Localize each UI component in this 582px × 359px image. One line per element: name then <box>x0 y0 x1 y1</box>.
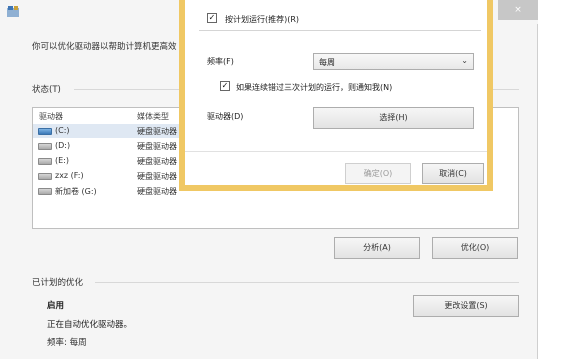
ok-button[interactable]: 确定(O) <box>345 163 411 184</box>
drive-row-d[interactable]: (D:) 硬盘驱动器 <box>33 139 183 153</box>
drive-row-c[interactable]: (C:) 硬盘驱动器 <box>33 124 183 138</box>
windows-drive-icon <box>38 128 52 135</box>
auto-optimizing-text: 正在自动优化驱动器。 <box>47 320 133 330</box>
notify-missed-checkbox[interactable]: ✓ <box>220 81 230 91</box>
drive-name: 新加卷 (G:) <box>55 187 97 196</box>
close-button[interactable]: × <box>498 0 538 20</box>
frequency-label: 频率(F) <box>207 57 234 66</box>
optimize-button[interactable]: 优化(O) <box>432 237 518 259</box>
run-on-schedule-checkbox[interactable]: ✓ <box>207 13 217 23</box>
drive-media-type: 硬盘驱动器 <box>137 127 177 136</box>
dialog-body: ✓ 按计划运行(推荐)(R) 频率(F) 每周 ⌄ ✓ 如果连续错过三次计划的运… <box>185 0 487 185</box>
run-on-schedule-label[interactable]: 按计划运行(推荐)(R) <box>225 14 299 25</box>
hard-drive-icon <box>38 143 52 150</box>
drive-row-g[interactable]: 新加卷 (G:) 硬盘驱动器 <box>33 184 183 198</box>
drive-name: (D:) <box>55 141 71 150</box>
choose-drives-button[interactable]: 选择(H) <box>313 107 474 129</box>
frequency-status-text: 频率: 每周 <box>47 338 87 348</box>
drive-row-f[interactable]: zxz (F:) 硬盘驱动器 <box>33 169 183 183</box>
hard-drive-icon <box>38 173 52 180</box>
divider <box>95 282 519 283</box>
description-text: 你可以优化驱动器以帮助计算机更高效 <box>32 42 177 52</box>
drive-row-e[interactable]: (E:) 硬盘驱动器 <box>33 154 183 168</box>
drives-label: 驱动器(D) <box>207 112 244 121</box>
drive-media-type: 硬盘驱动器 <box>137 142 177 151</box>
column-header-drive[interactable]: 驱动器 <box>39 111 63 122</box>
frequency-select[interactable]: 每周 ⌄ <box>313 53 474 70</box>
status-label: 状态(T) <box>32 85 61 95</box>
chevron-down-icon: ⌄ <box>461 56 468 65</box>
cancel-button[interactable]: 取消(C) <box>422 163 484 184</box>
drive-name: zxz (F:) <box>55 171 84 180</box>
frequency-selected-value: 每周 <box>319 58 335 67</box>
schedule-enabled-text: 启用 <box>47 301 65 311</box>
drive-media-type: 硬盘驱动器 <box>137 187 177 196</box>
scheduled-optimization-heading: 已计划的优化 <box>32 278 84 288</box>
hard-drive-icon <box>38 188 52 195</box>
drive-media-type: 硬盘驱动器 <box>137 172 177 181</box>
drive-media-type: 硬盘驱动器 <box>137 157 177 166</box>
hard-drive-icon <box>38 158 52 165</box>
optimization-schedule-dialog: ✓ 按计划运行(推荐)(R) 频率(F) 每周 ⌄ ✓ 如果连续错过三次计划的运… <box>179 0 493 191</box>
divider <box>199 30 481 31</box>
drive-name: (E:) <box>55 156 69 165</box>
notify-missed-label[interactable]: 如果连续错过三次计划的运行，则通知我(N) <box>236 82 392 93</box>
column-header-media[interactable]: 媒体类型 <box>137 111 169 122</box>
analyze-button[interactable]: 分析(A) <box>334 237 420 259</box>
drive-name: (C:) <box>55 126 70 135</box>
divider <box>185 151 487 152</box>
defrag-app-icon <box>7 6 19 17</box>
change-settings-button[interactable]: 更改设置(S) <box>413 295 519 317</box>
